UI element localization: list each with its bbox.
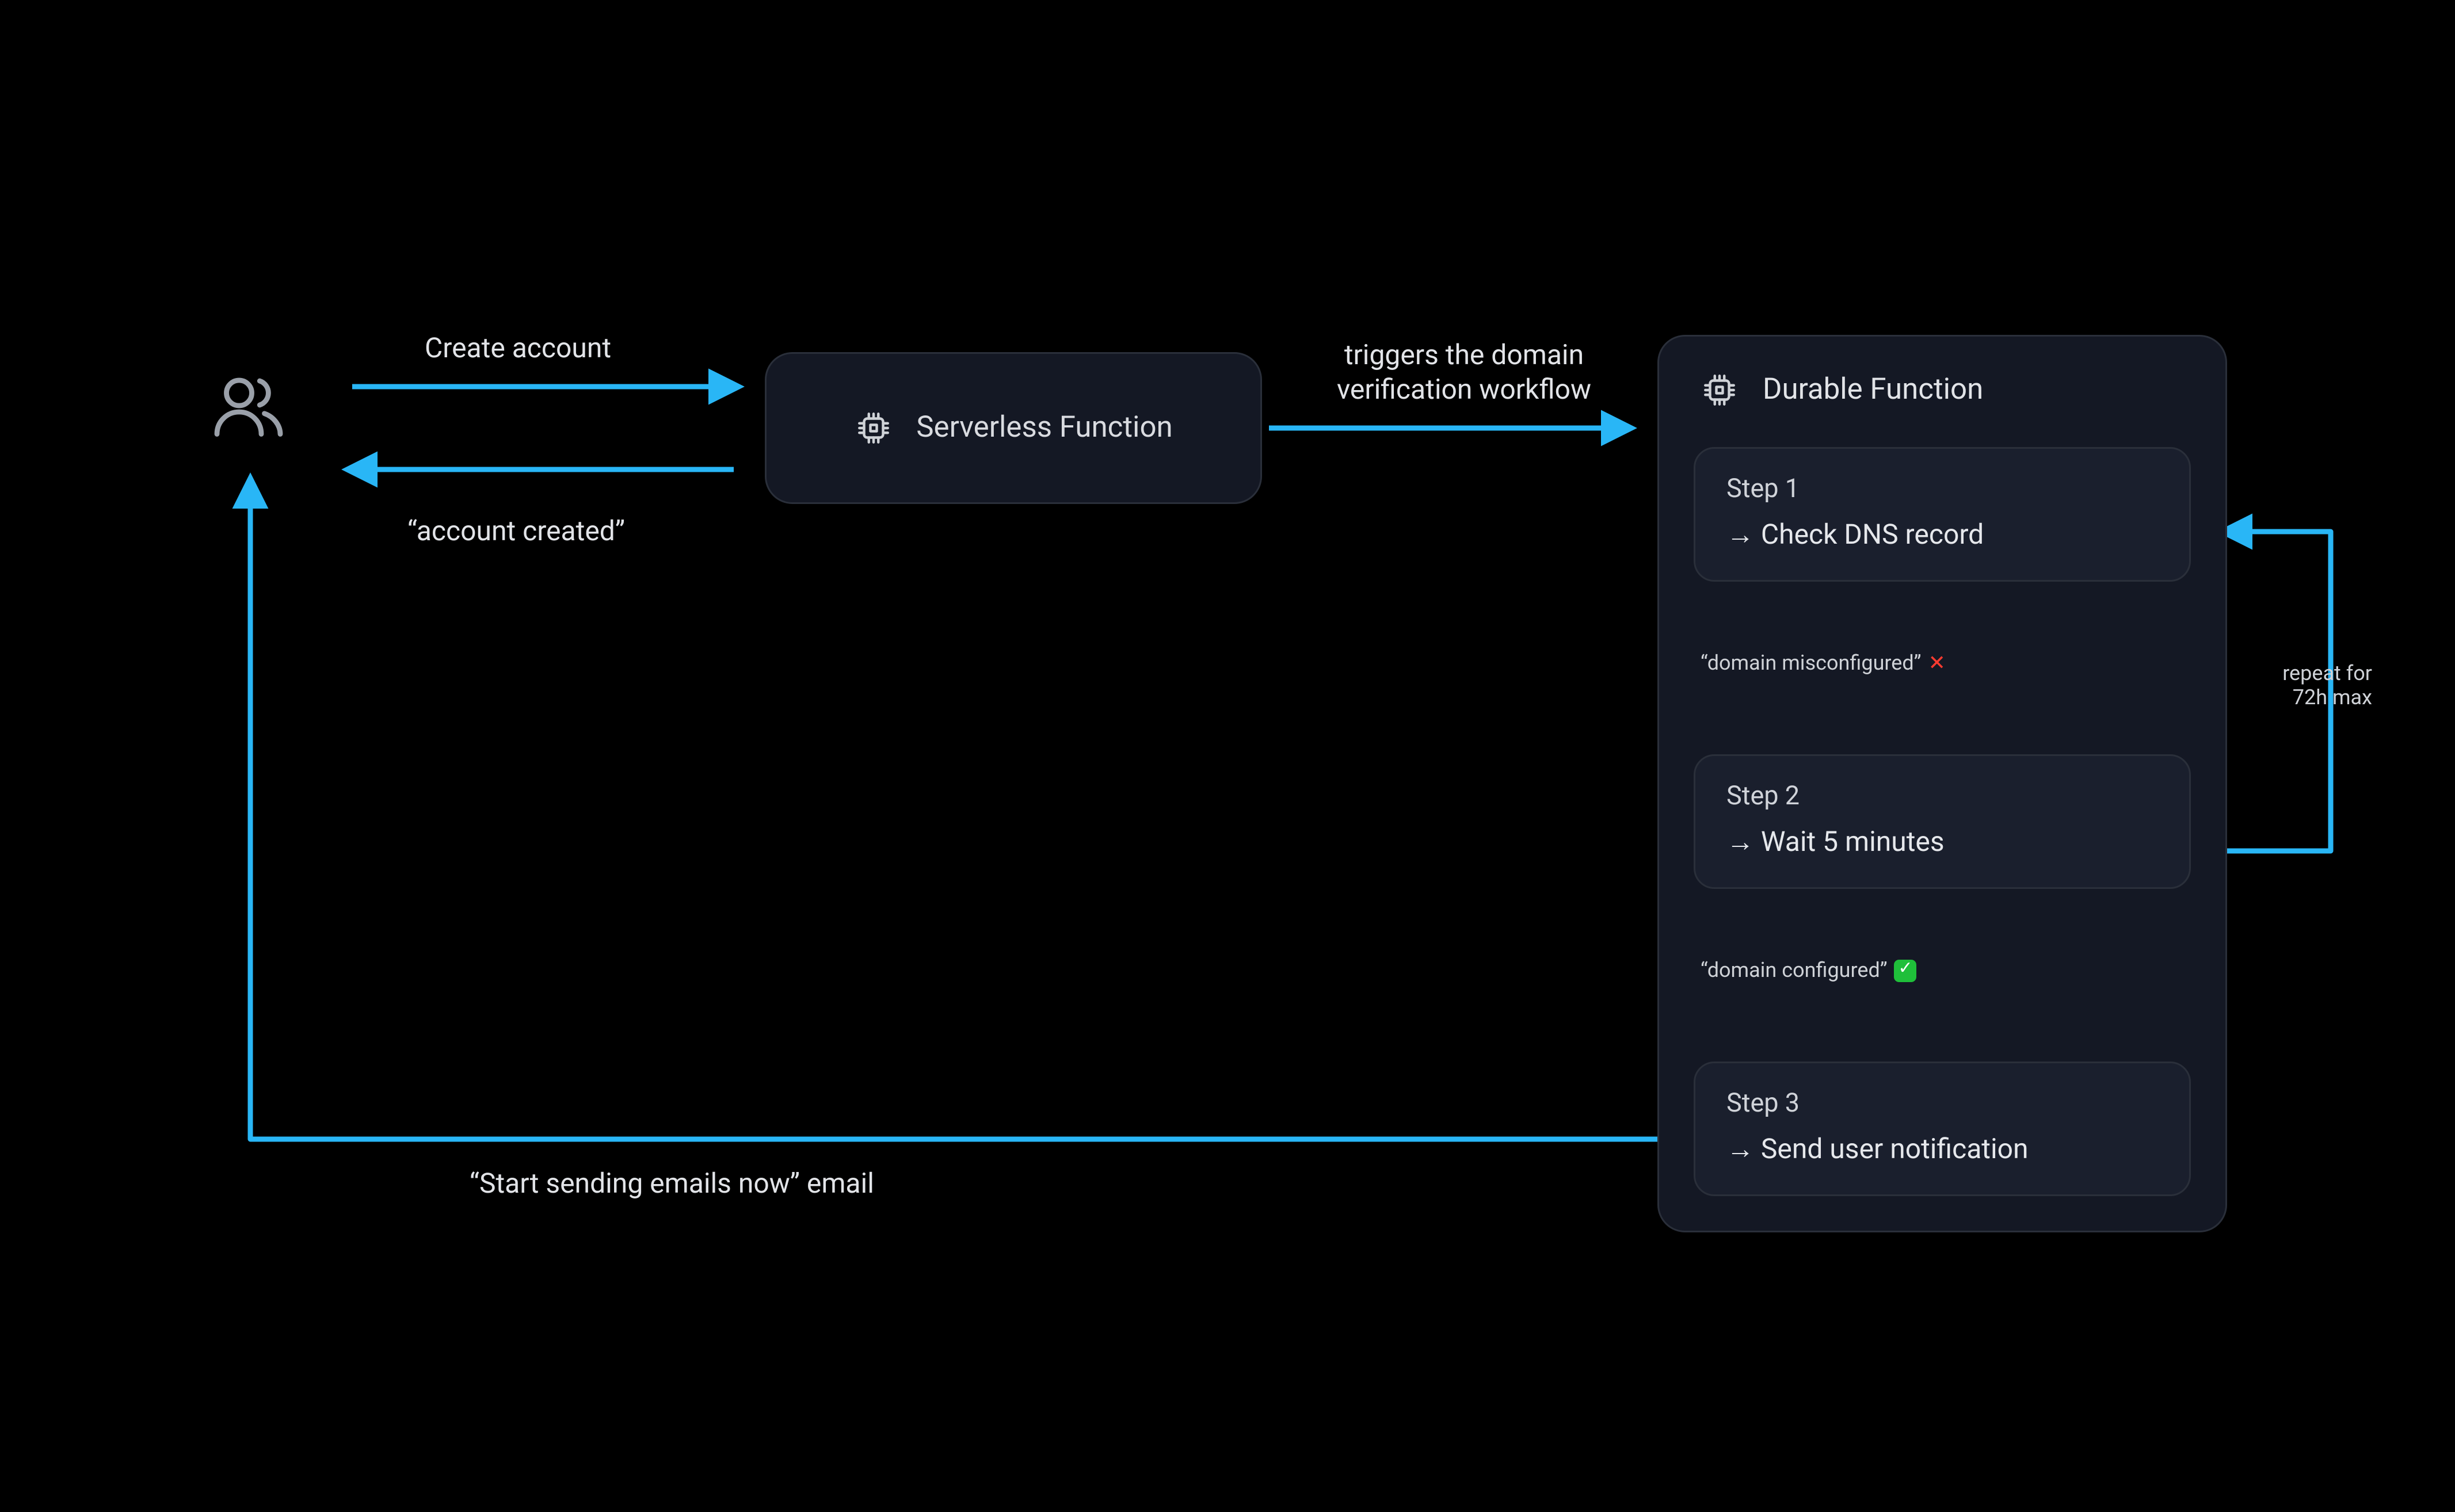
check-icon: ✓	[1894, 960, 1917, 983]
step-2: Step 2 → Wait 5 minutes	[1694, 754, 2191, 889]
label-domain-configured: “domain configured”✓	[1701, 958, 1917, 983]
node-serverless-function: Serverless Function	[765, 352, 1262, 504]
step-2-action: → Wait 5 minutes	[1726, 825, 2158, 860]
label-repeat: repeat for 72h max	[2248, 661, 2372, 709]
step-3: Step 3 → Send user notification	[1694, 1062, 2191, 1196]
node-durable-label: Durable Function	[1763, 373, 1983, 407]
step-1: Step 1 → Check DNS record	[1694, 447, 2191, 582]
chip-icon	[854, 409, 892, 447]
step-2-name: Step 2	[1726, 780, 2158, 811]
step-1-name: Step 1	[1726, 473, 2158, 504]
label-domain-misconfigured: “domain misconfigured”✕	[1701, 651, 1946, 675]
cross-icon: ✕	[1928, 651, 1946, 675]
node-durable-function: Durable Function Step 1 → Check DNS reco…	[1657, 335, 2227, 1232]
label-triggers: triggers the domain verification workflo…	[1312, 338, 1616, 407]
chip-icon	[1701, 371, 1739, 409]
step-3-action: → Send user notification	[1726, 1132, 2158, 1167]
label-create-account: Create account	[425, 331, 611, 364]
label-account-created: “account created”	[407, 514, 625, 547]
step-3-name: Step 3	[1726, 1087, 2158, 1118]
node-serverless-label: Serverless Function	[916, 411, 1172, 445]
label-final-email: “Start sending emails now” email	[470, 1167, 874, 1200]
step-1-action: → Check DNS record	[1726, 518, 2158, 552]
user-icon	[211, 368, 287, 450]
